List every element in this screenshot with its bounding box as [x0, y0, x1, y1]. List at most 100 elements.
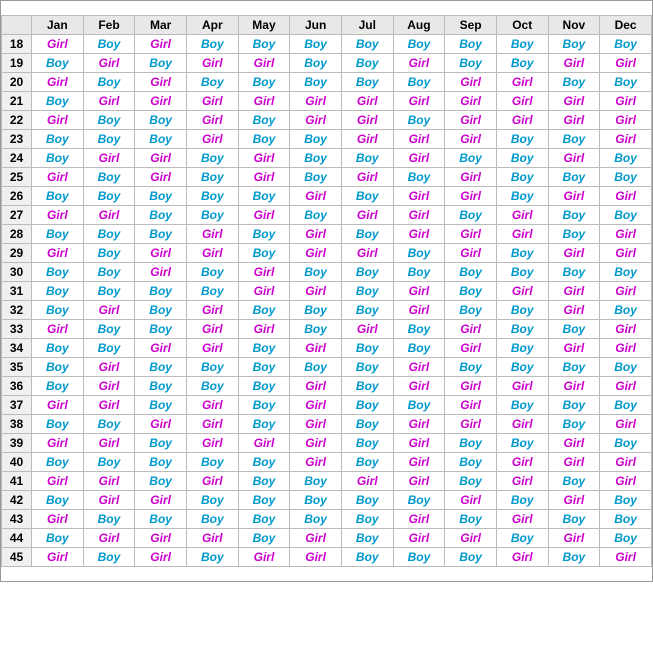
boy-label: Boy [614, 151, 637, 165]
girl-label: Girl [409, 455, 430, 469]
girl-label: Girl [512, 94, 533, 108]
calendar-cell: Boy [548, 415, 600, 434]
boy-label: Boy [98, 170, 121, 184]
calendar-cell: Girl [290, 339, 342, 358]
calendar-cell: Boy [186, 282, 238, 301]
boy-label: Boy [459, 208, 482, 222]
girl-label: Girl [150, 37, 171, 51]
boy-label: Boy [408, 170, 431, 184]
girl-label: Girl [150, 246, 171, 260]
calendar-cell: Girl [548, 529, 600, 548]
calendar-cell: Boy [83, 225, 135, 244]
boy-label: Boy [201, 189, 224, 203]
girl-label: Girl [409, 151, 430, 165]
calendar-cell: Girl [186, 339, 238, 358]
calendar-cell: Girl [290, 377, 342, 396]
girl-label: Girl [99, 151, 120, 165]
boy-label: Boy [46, 531, 69, 545]
boy-label: Boy [614, 265, 637, 279]
girl-label: Girl [512, 379, 533, 393]
calendar-cell: Girl [445, 320, 497, 339]
girl-label: Girl [564, 493, 585, 507]
calendar-cell: Boy [32, 187, 84, 206]
girl-label: Girl [564, 455, 585, 469]
calendar-cell: Girl [238, 168, 290, 187]
boy-label: Boy [511, 436, 534, 450]
boy-label: Boy [459, 37, 482, 51]
boy-label: Boy [614, 37, 637, 51]
age-cell: 30 [2, 263, 32, 282]
calendar-cell: Boy [290, 320, 342, 339]
boy-label: Boy [614, 493, 637, 507]
calendar-cell: Boy [186, 35, 238, 54]
age-cell: 34 [2, 339, 32, 358]
calendar-cell: Boy [445, 263, 497, 282]
calendar-cell: Girl [135, 339, 187, 358]
calendar-cell: Boy [548, 35, 600, 54]
calendar-cell: Girl [238, 434, 290, 453]
girl-label: Girl [254, 170, 275, 184]
calendar-cell: Boy [290, 491, 342, 510]
girl-label: Girl [564, 436, 585, 450]
girl-label: Girl [409, 303, 430, 317]
calendar-cell: Girl [238, 92, 290, 111]
age-cell: 25 [2, 168, 32, 187]
boy-label: Boy [563, 227, 586, 241]
girl-label: Girl [47, 246, 68, 260]
girl-label: Girl [460, 246, 481, 260]
calendar-cell: Boy [341, 415, 393, 434]
girl-label: Girl [460, 227, 481, 241]
calendar-cell: Girl [496, 472, 548, 491]
calendar-cell: Boy [290, 472, 342, 491]
girl-label: Girl [409, 436, 430, 450]
boy-label: Boy [356, 189, 379, 203]
calendar-cell: Boy [238, 339, 290, 358]
boy-label: Boy [304, 208, 327, 222]
calendar-cell: Girl [393, 358, 445, 377]
calendar-cell: Boy [548, 263, 600, 282]
calendar-cell: Boy [83, 510, 135, 529]
boy-label: Boy [408, 75, 431, 89]
calendar-cell: Boy [32, 282, 84, 301]
calendar-cell: Boy [341, 35, 393, 54]
age-cell: 41 [2, 472, 32, 491]
girl-label: Girl [460, 531, 481, 545]
calendar-cell: Girl [496, 453, 548, 472]
girl-label: Girl [564, 94, 585, 108]
calendar-cell: Boy [496, 529, 548, 548]
calendar-cell: Boy [83, 415, 135, 434]
calendar-cell: Girl [135, 149, 187, 168]
boy-label: Boy [46, 303, 69, 317]
girl-label: Girl [305, 341, 326, 355]
calendar-cell: Boy [600, 73, 652, 92]
girl-label: Girl [564, 246, 585, 260]
calendar-cell: Boy [341, 529, 393, 548]
calendar-cell: Girl [496, 282, 548, 301]
girl-label: Girl [512, 208, 533, 222]
calendar-cell: Boy [186, 377, 238, 396]
calendar-cell: Girl [83, 472, 135, 491]
calendar-cell: Boy [32, 491, 84, 510]
boy-label: Boy [356, 379, 379, 393]
calendar-cell: Boy [341, 434, 393, 453]
boy-label: Boy [98, 341, 121, 355]
calendar-cell: Boy [600, 206, 652, 225]
boy-label: Boy [408, 550, 431, 564]
boy-label: Boy [408, 322, 431, 336]
calendar-cell: Boy [135, 320, 187, 339]
calendar-cell: Boy [83, 130, 135, 149]
boy-label: Boy [149, 379, 172, 393]
boy-label: Boy [46, 151, 69, 165]
calendar-cell: Boy [393, 73, 445, 92]
boy-label: Boy [459, 360, 482, 374]
calendar-cell: Girl [186, 472, 238, 491]
calendar-cell: Boy [32, 149, 84, 168]
age-cell: 26 [2, 187, 32, 206]
table-row: 35BoyGirlBoyBoyBoyBoyBoyGirlBoyBoyBoyBoy [2, 358, 652, 377]
calendar-cell: Girl [600, 111, 652, 130]
calendar-cell: Girl [393, 472, 445, 491]
calendar-cell: Boy [548, 396, 600, 415]
calendar-cell: Boy [496, 434, 548, 453]
girl-label: Girl [254, 436, 275, 450]
girl-label: Girl [202, 227, 223, 241]
